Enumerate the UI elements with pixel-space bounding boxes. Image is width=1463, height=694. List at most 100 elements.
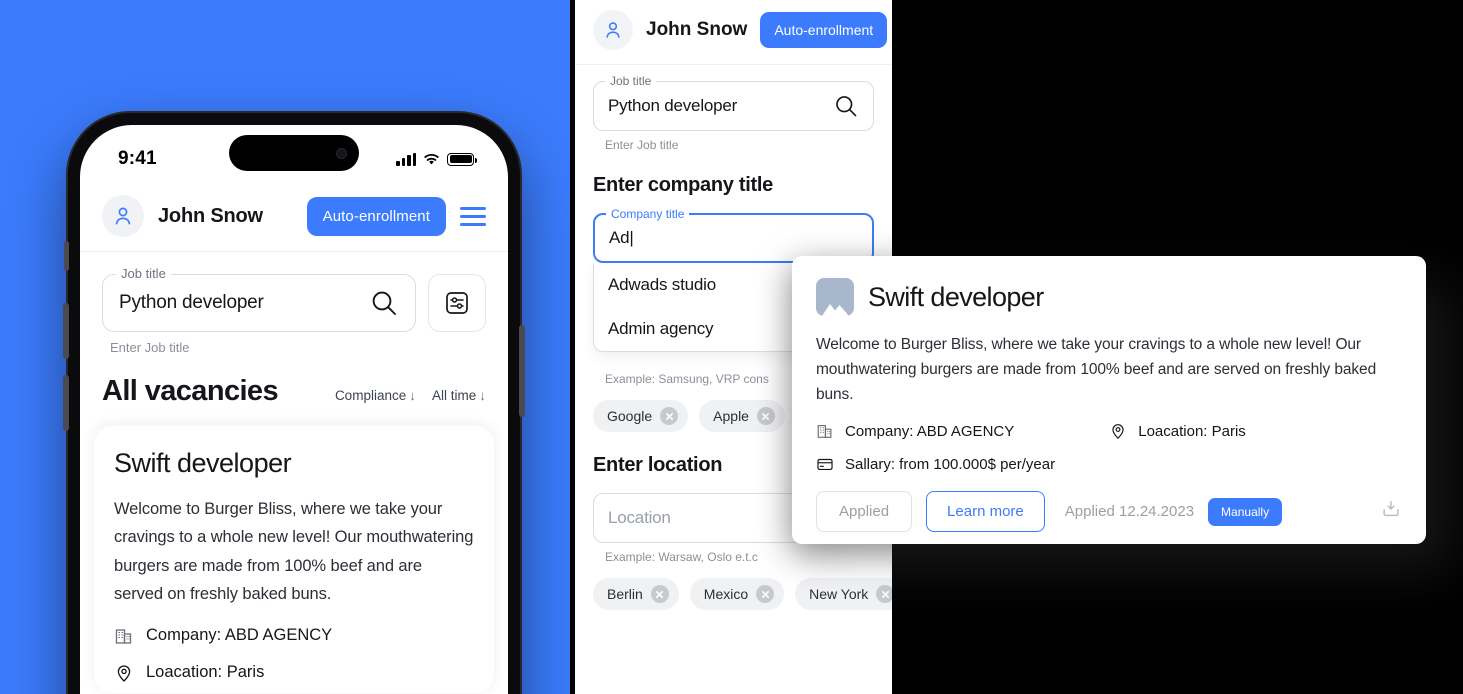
job-title-helper: Enter Job title [605, 138, 679, 152]
building-icon [115, 628, 132, 644]
page-title: All vacancies [102, 375, 279, 407]
image-placeholder-icon [816, 278, 854, 316]
user-name: John Snow [646, 19, 748, 40]
location-pin-icon [117, 664, 131, 682]
user-icon [606, 22, 620, 38]
job-title-legend: Job title [116, 266, 171, 281]
avatar[interactable] [102, 195, 144, 237]
vacancy-location-row: Loacation: Paris [114, 663, 474, 683]
phone-silent-switch [64, 241, 69, 271]
sliders-icon [446, 292, 468, 314]
wifi-icon [424, 153, 439, 165]
job-title-legend: Job title [605, 74, 657, 88]
chip-label: Google [607, 408, 653, 424]
location-pin-icon [1112, 424, 1124, 440]
phone-screen: 9:41 John Snow Auto-enrollment Job title… [80, 125, 508, 694]
location-info: Loacation: Paris [1109, 422, 1246, 440]
form-panel-header: John Snow Auto-enrollment [575, 0, 892, 65]
close-icon[interactable] [660, 407, 679, 425]
phone-volume-up-button [63, 303, 69, 359]
company-title-legend: Company title [606, 207, 690, 221]
detail-card-salary: Sallary: from 100.000$ per/year [845, 455, 1056, 473]
phone-volume-down-button [63, 375, 69, 431]
job-title-helper: Enter Job title [110, 340, 190, 355]
search-icon[interactable] [833, 93, 859, 119]
auto-enrollment-button[interactable]: Auto-enrollment [760, 12, 888, 48]
chip-label: Apple [713, 408, 749, 424]
phone-power-button [519, 325, 525, 417]
close-icon[interactable] [650, 585, 669, 603]
salary-info: Sallary: from 100.000$ per/year [816, 455, 1055, 473]
chip-label: Berlin [607, 586, 643, 602]
location-chips: Berlin Mexico New York [593, 578, 892, 610]
download-button[interactable] [1380, 498, 1402, 525]
vacancy-card[interactable]: Swift developer Welcome to Burger Bliss,… [94, 426, 494, 693]
chip[interactable]: Mexico [689, 578, 785, 610]
chip[interactable]: New York [795, 578, 892, 610]
detail-card-actions: Applied Learn more Applied 12.24.2023 Ma… [816, 491, 1402, 533]
status-bar: 9:41 [80, 125, 508, 187]
vacancy-detail-card: Swift developer Welcome to Burger Bliss,… [792, 256, 1426, 544]
sort-alltime-arrow-icon: ↓ [479, 388, 486, 403]
vacancy-location: Loacation: Paris [146, 663, 265, 681]
user-icon [115, 207, 131, 225]
close-icon[interactable] [876, 585, 892, 603]
status-bar-time: 9:41 [118, 148, 157, 169]
chip[interactable]: Google [593, 400, 689, 432]
job-search-row: Job title Python developer [80, 252, 508, 332]
status-bar-indicators [396, 152, 477, 166]
vacancy-company-row: Company: ABD AGENCY [114, 626, 474, 646]
cellular-signal-icon [396, 152, 416, 166]
job-title-value: Python developer [119, 292, 264, 313]
status-badge: Manually [1208, 497, 1283, 526]
detail-card-location: Loacation: Paris [1138, 422, 1246, 440]
job-title-value: Python developer [608, 96, 738, 115]
chip[interactable]: Apple [699, 400, 785, 432]
close-icon[interactable] [756, 585, 775, 603]
detail-card-description: Welcome to Burger Bliss, where we take y… [816, 336, 1377, 404]
detail-card-company: Company: ABD AGENCY [845, 422, 1015, 440]
hamburger-menu-icon[interactable] [460, 206, 486, 226]
filter-settings-button[interactable] [428, 274, 486, 332]
auto-enrollment-button[interactable]: Auto-enrollment [306, 196, 446, 236]
company-section-heading: Enter company title [593, 174, 773, 196]
detail-card-meta-row-1: Company: ABD AGENCY Loacation: Paris [816, 422, 1402, 440]
building-icon [817, 425, 832, 439]
detail-card-meta-row-2: Sallary: from 100.000$ per/year [816, 455, 1402, 473]
vacancy-title: Swift developer [114, 448, 292, 478]
user-name: John Snow [158, 204, 263, 227]
close-icon[interactable] [756, 407, 775, 425]
sort-alltime-control[interactable]: All time ↓ [432, 388, 486, 403]
detail-card-header: Swift developer [816, 278, 1402, 316]
search-icon[interactable] [369, 288, 399, 318]
job-title-field[interactable]: Job title Python developer [593, 74, 874, 131]
phone-mockup: 9:41 John Snow Auto-enrollment Job title… [63, 113, 525, 694]
front-camera-icon [336, 147, 347, 159]
chip[interactable]: Berlin [593, 578, 679, 610]
battery-icon [447, 152, 477, 166]
screenshot-stage: 9:41 John Snow Auto-enrollment Job title… [0, 0, 1463, 694]
download-icon [1383, 501, 1399, 517]
chip-label: Mexico [703, 586, 749, 602]
vacancy-company: Company: ABD AGENCY [146, 626, 333, 644]
chip-label: New York [809, 586, 869, 602]
company-title-value: Ad| [609, 228, 634, 247]
vacancies-header: All vacancies Compliance ↓ All time ↓ [80, 355, 508, 426]
blue-background-panel: 9:41 John Snow Auto-enrollment Job title… [0, 0, 570, 694]
location-helper: Example: Warsaw, Oslo e.t.c [605, 550, 758, 564]
card-icon [817, 459, 833, 471]
avatar[interactable] [593, 10, 633, 50]
detail-card-title: Swift developer [868, 281, 1044, 312]
vacancy-description: Welcome to Burger Bliss, where we take y… [114, 500, 474, 604]
dynamic-island [229, 135, 359, 171]
company-info: Company: ABD AGENCY [816, 422, 1014, 440]
applied-date: Applied 12.24.2023 [1064, 503, 1195, 521]
job-title-field[interactable]: Job title Python developer [102, 266, 416, 332]
sort-compliance-arrow-icon: ↓ [409, 388, 416, 403]
sort-compliance-label: Compliance [334, 388, 407, 403]
phone-app-header: John Snow Auto-enrollment [80, 187, 508, 252]
sort-alltime-label: All time [431, 388, 477, 403]
learn-more-button[interactable]: Learn more [926, 491, 1045, 533]
sort-compliance-control[interactable]: Compliance ↓ [335, 388, 416, 403]
applied-button[interactable]: Applied [816, 491, 913, 533]
